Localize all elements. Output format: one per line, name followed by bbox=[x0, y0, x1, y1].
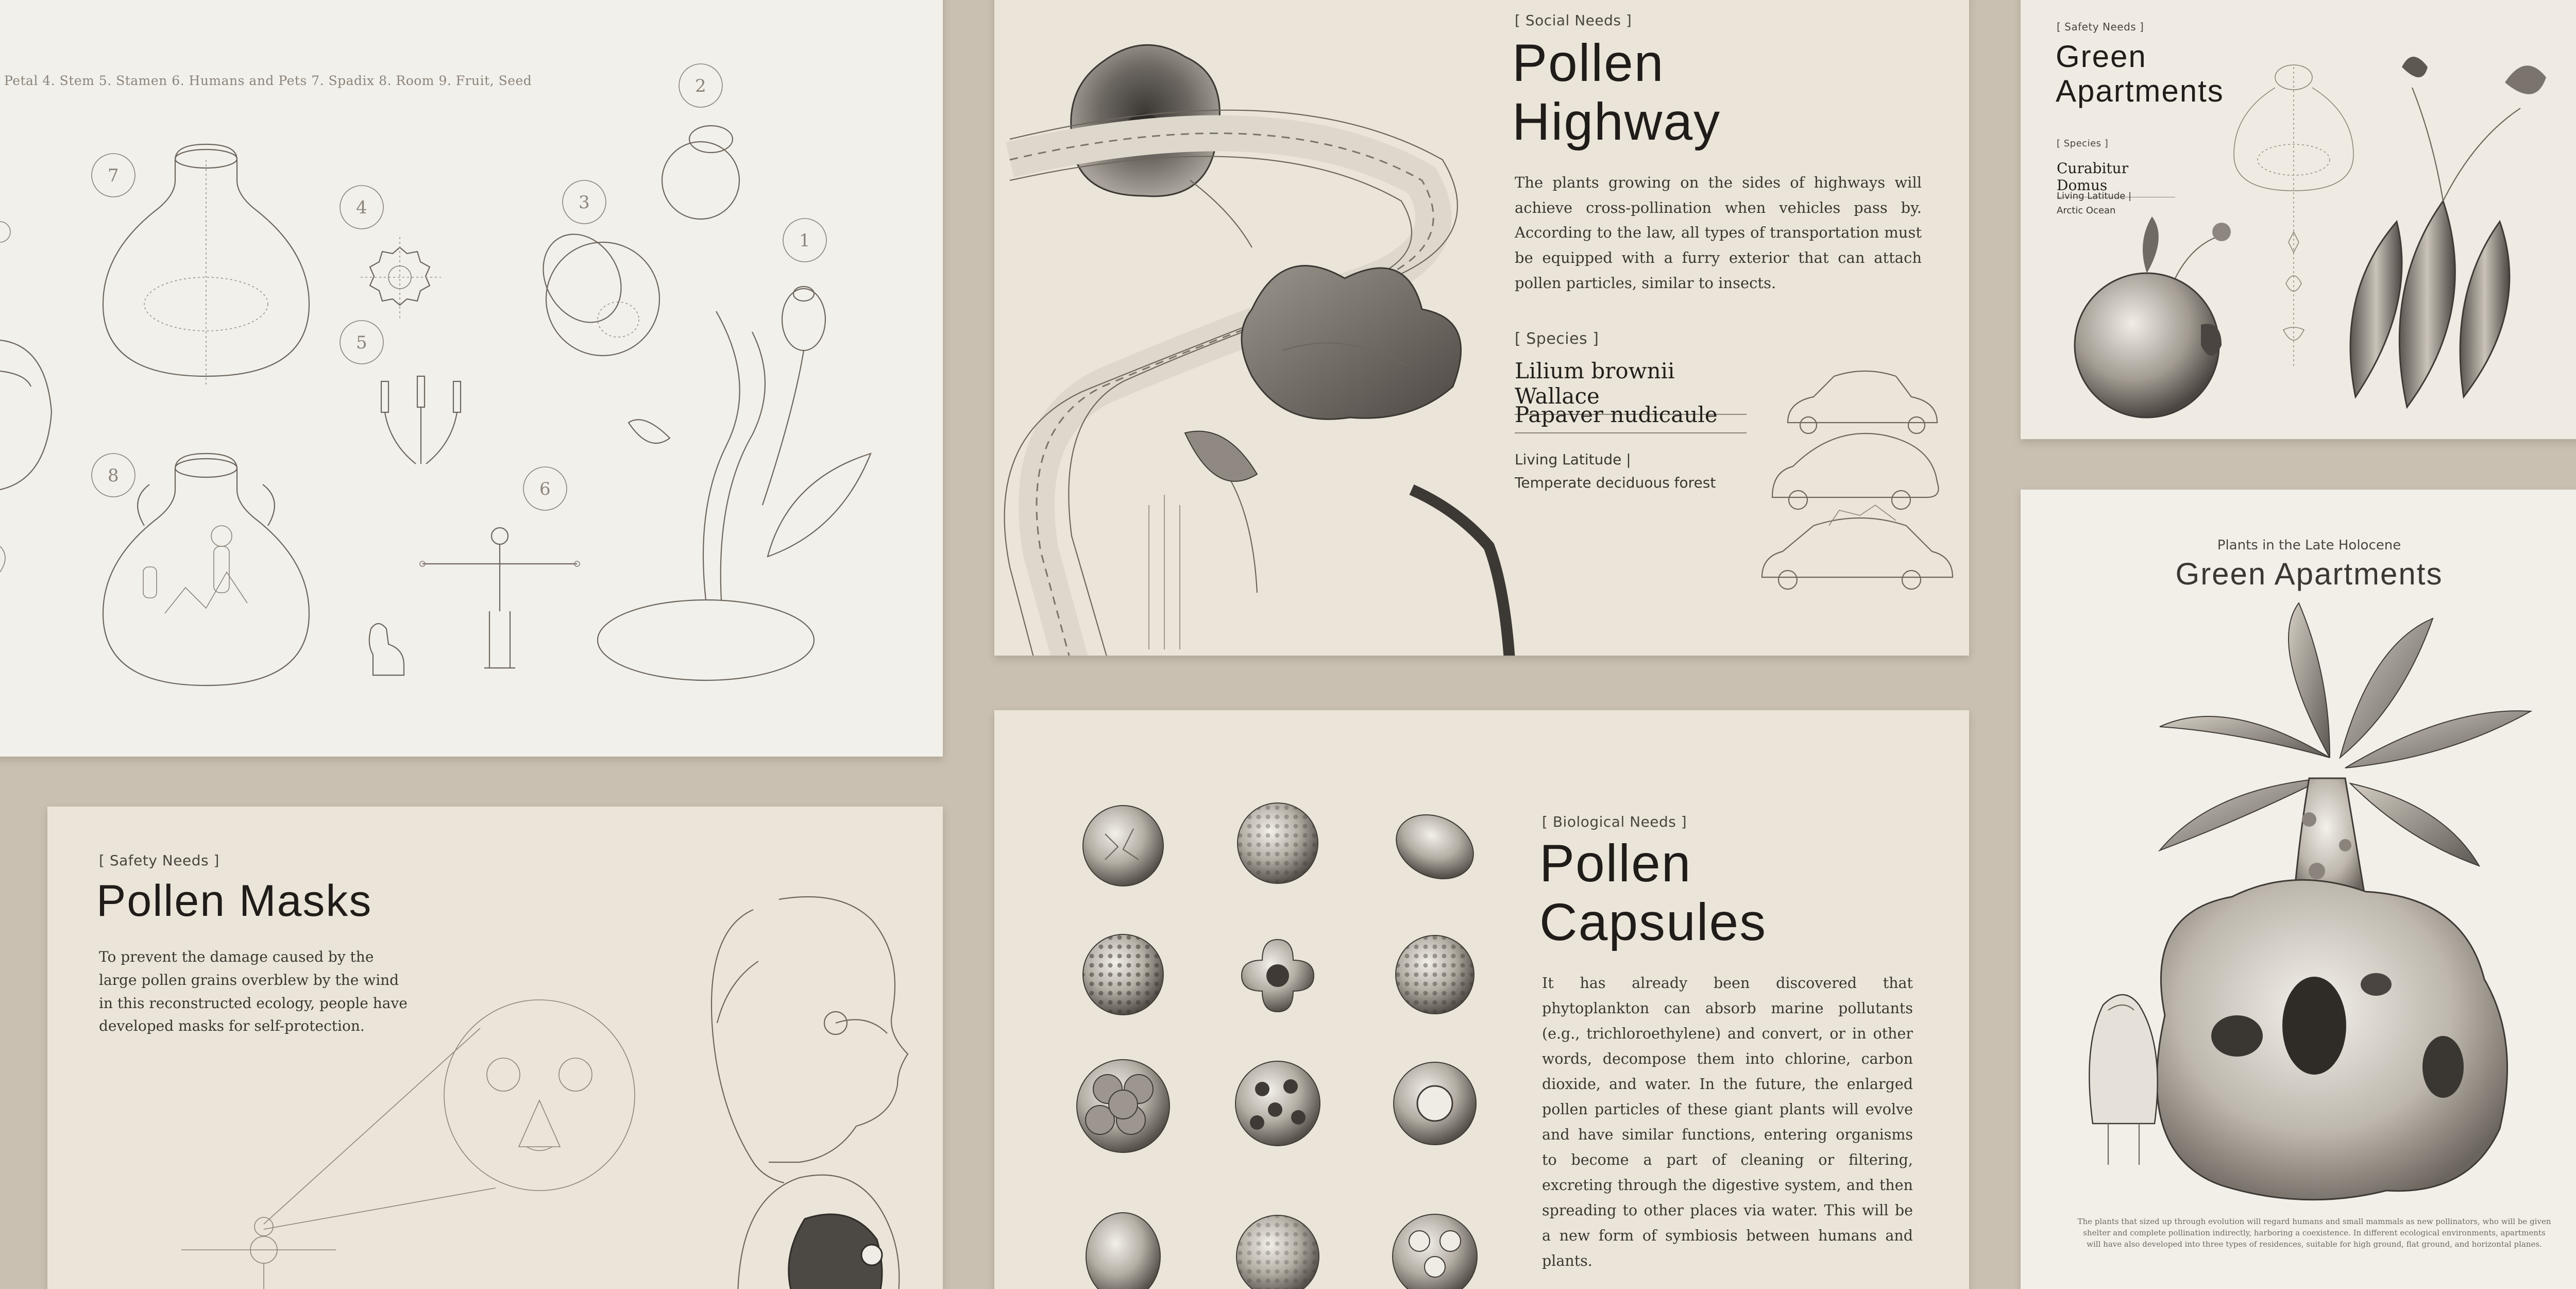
pollen-grain-row-1 bbox=[1082, 802, 1474, 886]
partial-vessels-left bbox=[0, 221, 53, 573]
pollen-capsules-title: Pollen Capsules bbox=[1539, 834, 1767, 951]
seed-pod-plant bbox=[2349, 57, 2546, 409]
green-apartments-illustration bbox=[2074, 57, 2546, 418]
social-needs-tag: [ Social Needs ] bbox=[1515, 12, 1632, 29]
green-apartments-card: [ Safety Needs ] Green Apartments [ Spec… bbox=[2021, 0, 2576, 439]
human-figure-drawing bbox=[419, 527, 580, 669]
marker-5: 5 bbox=[356, 332, 367, 353]
title-line-1: Pollen bbox=[1512, 34, 1665, 92]
pollen-capsules-card: [ Biological Needs ] Pollen Capsules It … bbox=[994, 710, 1969, 1289]
pollen-grain-row-2 bbox=[1082, 934, 1475, 1015]
pollen-highway-title: Pollen Highway bbox=[1512, 34, 1721, 151]
biological-needs-tag: [ Biological Needs ] bbox=[1542, 813, 1687, 830]
pollen-grain-row-4 bbox=[1086, 1212, 1478, 1289]
apartment-plant-illustration bbox=[2089, 602, 2533, 1201]
marker-7: 7 bbox=[108, 165, 119, 186]
rock-apartment bbox=[2156, 879, 2508, 1201]
dog-drawing bbox=[368, 623, 405, 676]
pollen-masks-card: [ Safety Needs ] Pollen Masks To prevent… bbox=[47, 807, 943, 1289]
pollen-highway-card: [ Social Needs ] Pollen Highway The plan… bbox=[994, 0, 1969, 656]
green-apartments-poster: Plants in the Late Holocene Green Apartm… bbox=[2021, 490, 2576, 1289]
marker-6: 6 bbox=[539, 479, 551, 499]
highway-flower-illustration bbox=[1004, 44, 1515, 656]
marker-8: 8 bbox=[108, 465, 119, 486]
title-line-1: Pollen bbox=[1539, 834, 1692, 893]
pollen-grain-row-3 bbox=[1076, 1059, 1477, 1153]
mask-illustration bbox=[181, 896, 909, 1289]
hooded-figure-drawing bbox=[2089, 994, 2158, 1165]
marker-1: 1 bbox=[799, 230, 810, 251]
title-line-2: Capsules bbox=[1539, 893, 1767, 952]
marker-4: 4 bbox=[356, 197, 367, 218]
diagram-card: Petal 4. Stem 5. Stamen 6. Humans and Pe… bbox=[0, 0, 943, 757]
species-papaver: Papaver nudicaule bbox=[1515, 402, 1747, 433]
hooded-head-drawing bbox=[710, 896, 909, 1184]
living-latitude-label: Living Latitude | bbox=[1515, 451, 1631, 468]
mask-diagram bbox=[181, 999, 635, 1289]
gourd-plant bbox=[2074, 216, 2231, 418]
species-tag: [ Species ] bbox=[1515, 330, 1599, 348]
flower-part-diagram: 2 1 3 4 5 6 7 8 bbox=[0, 63, 872, 687]
marker-3: 3 bbox=[579, 192, 590, 213]
pollen-capsules-description: It has already been discovered that phyt… bbox=[1542, 975, 1913, 1270]
living-latitude-value: Temperate deciduous forest bbox=[1515, 474, 1716, 491]
number-markers: 2 1 3 4 5 6 7 8 bbox=[91, 63, 827, 511]
stamen-drawing bbox=[380, 375, 462, 464]
vessel-diagram bbox=[2233, 64, 2354, 366]
dark-mask-head-drawing bbox=[737, 1174, 900, 1289]
title-line-2: Highway bbox=[1512, 92, 1721, 152]
marker-2: 2 bbox=[695, 76, 706, 96]
pollen-highway-description: The plants growing on the sides of highw… bbox=[1515, 174, 1922, 292]
petal-drawing bbox=[361, 237, 441, 320]
room-vessel-drawing bbox=[102, 453, 310, 687]
poster-footnote: The plants that sized up through evoluti… bbox=[2077, 1217, 2551, 1249]
